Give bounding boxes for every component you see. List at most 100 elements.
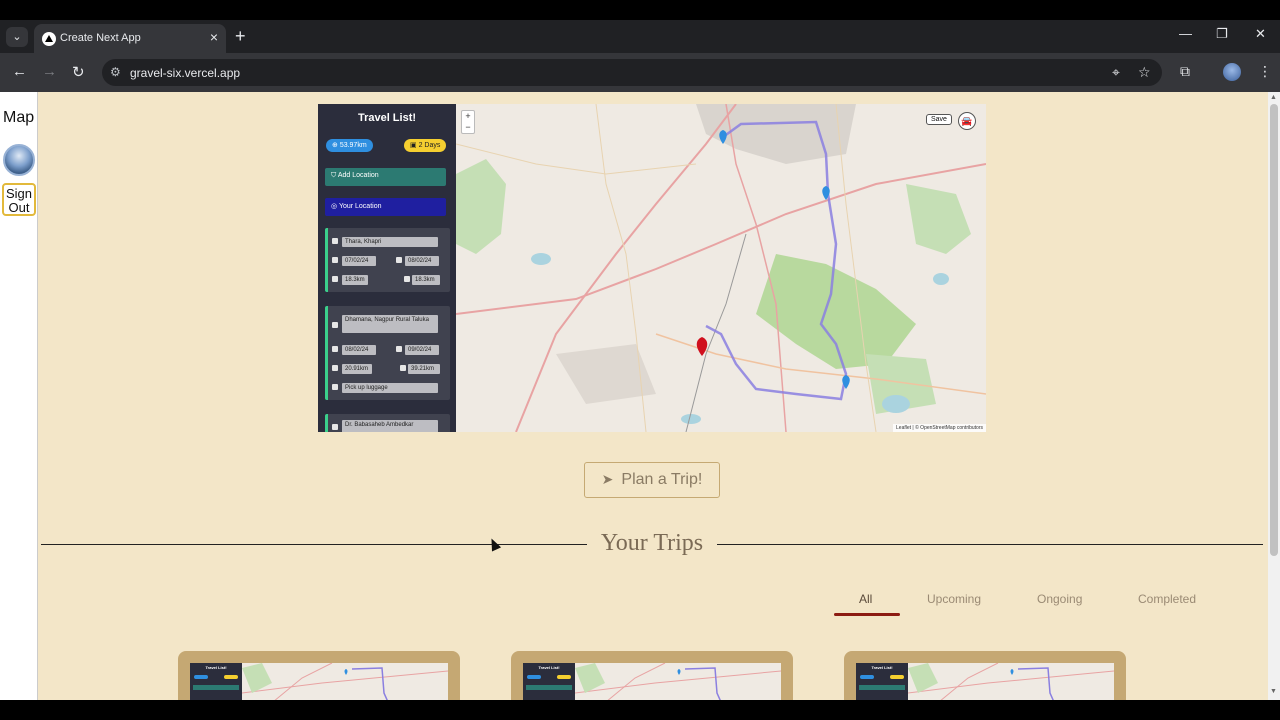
end-date[interactable]: 08/02/24 [405, 256, 439, 266]
screen-top-bar [0, 0, 1280, 20]
travel-list-sidebar: Travel List! ⊕ 53.97km ▣ 2 Days ⛉ Add Lo… [318, 104, 456, 432]
location-name[interactable]: Dr. Babasaheb Ambedkar [342, 420, 438, 432]
thumb-sidebar: Travel List! [856, 663, 908, 700]
nextjs-favicon-icon [42, 32, 56, 46]
thumb-map [242, 663, 448, 700]
thumb-title: Travel List! [871, 665, 893, 670]
car-icon[interactable]: 🚘 [958, 112, 976, 130]
thumb-badge [890, 675, 904, 679]
building-icon [332, 238, 338, 244]
home-icon [400, 365, 406, 371]
zoom-in-button[interactable]: + [462, 111, 474, 122]
scroll-up-arrow-icon[interactable]: ▲ [1270, 94, 1277, 101]
bookmark-star-icon[interactable]: ☆ [1138, 64, 1151, 81]
location-card[interactable]: Dr. Babasaheb Ambedkar [325, 414, 450, 432]
browser-nav-bar: ← → ↻ ⚙ gravel-six.vercel.app ⌖ ☆ ⧉ ⋮ [0, 53, 1280, 92]
nav-map-link[interactable]: Map [3, 109, 34, 127]
new-tab-plus-icon[interactable]: + [235, 26, 246, 47]
total-days-badge: ▣ 2 Days [404, 139, 447, 152]
scroll-down-arrow-icon[interactable]: ▼ [1270, 688, 1277, 695]
travel-list-title: Travel List! [357, 112, 417, 124]
thumb-badge [557, 675, 571, 679]
map-zoom-control[interactable]: + − [461, 110, 475, 134]
leg-distance: 18.3km [342, 275, 368, 285]
home-icon [404, 276, 410, 282]
route-map[interactable]: + − Save 🚘 Leaflet | © OpenStreetMap con… [456, 104, 986, 432]
forward-arrow-icon[interactable]: → [42, 63, 57, 80]
window-close-icon[interactable]: ✕ [1255, 26, 1266, 42]
your-location-label: Your Location [338, 203, 382, 210]
tab-completed[interactable]: Completed [1138, 592, 1196, 606]
mouse-cursor-icon [486, 536, 502, 552]
trip-thumbnail: Travel List! [523, 663, 781, 700]
plan-trip-label: Plan a Trip! [621, 471, 703, 488]
add-location-label: Add Location [337, 172, 379, 179]
browser-menu-icon[interactable]: ⋮ [1258, 63, 1272, 80]
building-icon [332, 424, 338, 430]
scrollbar-thumb[interactable] [1270, 104, 1278, 556]
location-card[interactable]: Thara, Khapri 07/02/24 08/02/24 18.3km 1… [325, 228, 450, 292]
location-card[interactable]: Dhamana, Nagpur Rural Taluka 08/02/24 09… [325, 306, 450, 400]
tab-close-icon[interactable]: × [210, 29, 218, 45]
tab-upcoming[interactable]: Upcoming [927, 592, 981, 606]
thumb-map [575, 663, 781, 700]
sign-out-button[interactable]: Sign Out [2, 183, 36, 216]
trips-divider-left [41, 544, 587, 545]
window-minimize-icon[interactable]: — [1179, 26, 1192, 41]
window-restore-icon[interactable]: ❐ [1216, 26, 1228, 42]
map-save-button[interactable]: Save [926, 114, 952, 125]
plan-trip-button[interactable]: ➤ Plan a Trip! [584, 462, 720, 498]
thumb-title: Travel List! [538, 665, 560, 670]
location-name[interactable]: Thara, Khapri [342, 237, 438, 247]
your-location-button[interactable]: ◎ Your Location [325, 198, 446, 216]
zoom-out-button[interactable]: − [462, 122, 474, 133]
trip-planner-preview: Travel List! ⊕ 53.97km ▣ 2 Days ⛉ Add Lo… [318, 104, 986, 432]
reload-icon[interactable]: ↻ [72, 63, 85, 81]
page-scrollbar[interactable]: ▲ ▼ [1268, 92, 1280, 700]
add-location-button[interactable]: ⛉ Add Location [325, 168, 446, 186]
trips-divider-right [717, 544, 1263, 545]
sign-out-line1: Sign [5, 186, 33, 201]
calendar-icon [396, 346, 402, 352]
note-icon [332, 384, 338, 390]
page-content: Map Sign Out Travel List! ⊕ 53.97km ▣ 2 … [0, 92, 1268, 700]
thumb-sidebar: Travel List! [523, 663, 575, 700]
tab-search-chevron-icon[interactable]: ⌄ [6, 27, 28, 47]
thumb-badge [527, 675, 541, 679]
thumb-badge [224, 675, 238, 679]
sign-out-line2: Out [8, 200, 30, 215]
profile-avatar-icon[interactable] [1223, 63, 1241, 81]
thumb-button [859, 685, 905, 690]
screen-bottom-bar [0, 700, 1280, 720]
location-note[interactable]: Pick up luggage [342, 383, 438, 393]
back-arrow-icon[interactable]: ← [12, 63, 27, 80]
location-pin-icon[interactable]: ⌖ [1112, 64, 1120, 81]
thumb-map [908, 663, 1114, 700]
thumb-button [193, 685, 239, 690]
start-date[interactable]: 07/02/24 [342, 256, 376, 266]
site-settings-icon[interactable]: ⚙ [110, 65, 121, 79]
leg-distance: 20.91km [342, 364, 372, 374]
map-attribution[interactable]: Leaflet | © OpenStreetMap contributors [893, 424, 986, 432]
home-marker-icon[interactable] [696, 337, 708, 356]
total-distance-badge: ⊕ 53.97km [326, 139, 373, 152]
user-avatar[interactable] [3, 144, 35, 176]
trip-card[interactable]: Travel List! [844, 651, 1126, 700]
route-icon [332, 276, 338, 282]
thumb-badge [194, 675, 208, 679]
tab-all[interactable]: All [859, 592, 872, 606]
map-tiles [456, 104, 986, 432]
start-date[interactable]: 08/02/24 [342, 345, 376, 355]
trip-thumbnail: Travel List! [190, 663, 448, 700]
trip-card[interactable]: Travel List! [511, 651, 793, 700]
browser-tab-active[interactable]: Create Next App × [34, 24, 226, 53]
paper-plane-icon: ➤ [601, 471, 614, 487]
address-bar[interactable]: ⚙ gravel-six.vercel.app ⌖ ☆ [102, 59, 1162, 86]
address-url[interactable]: gravel-six.vercel.app [130, 66, 240, 80]
end-date[interactable]: 09/02/24 [405, 345, 439, 355]
trip-card[interactable]: Travel List! [178, 651, 460, 700]
location-name[interactable]: Dhamana, Nagpur Rural Taluka [342, 315, 438, 333]
extensions-puzzle-icon[interactable]: ⧉ [1180, 63, 1190, 80]
tab-ongoing[interactable]: Ongoing [1037, 592, 1082, 606]
thumb-button [526, 685, 572, 690]
